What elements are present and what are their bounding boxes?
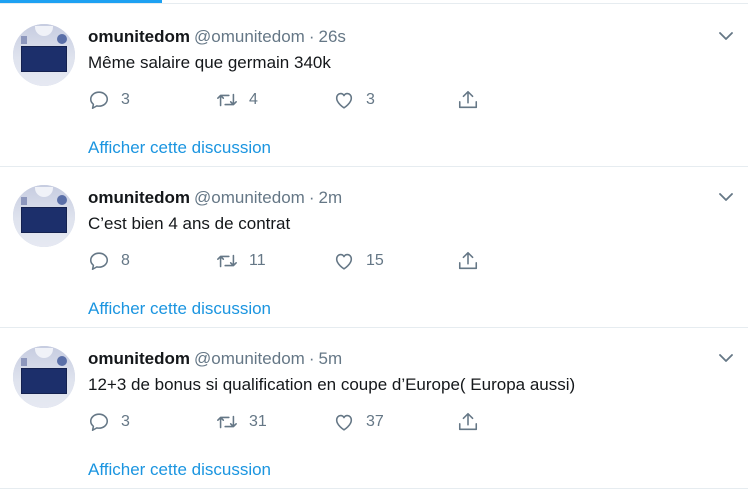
retweet-icon [217,254,237,268]
retweet-count: 4 [249,91,258,108]
tweet-header: omunitedom @omunitedom · 26s [88,26,346,48]
separator: · [308,349,315,368]
tweet[interactable]: omunitedom @omunitedom · 5m 12+3 de bonus s… [0,328,748,489]
tweet-header: omunitedom @omunitedom · 2m [88,187,342,209]
tweet-actions: 3 4 3 [88,88,508,112]
reply-count: 8 [121,252,130,269]
retweet-count: 11 [249,252,266,269]
like-button[interactable]: 3 [333,88,375,112]
tweet[interactable]: omunitedom @omunitedom · 26s Même salaire q… [0,6,748,167]
retweet-button[interactable]: 31 [216,410,267,434]
timestamp[interactable]: 2m [318,188,342,207]
user-handle[interactable]: @omunitedom [194,188,305,207]
chevron-down-icon[interactable] [719,31,733,41]
avatar[interactable] [13,24,75,86]
reply-icon [89,252,109,271]
reply-button[interactable]: 3 [88,410,130,434]
tweet-actions: 8 11 15 [88,249,508,273]
timestamp[interactable]: 26s [318,27,345,46]
chevron-down-icon[interactable] [719,353,733,363]
show-thread-link[interactable]: Afficher cette discussion [88,138,271,158]
like-count: 15 [366,252,384,269]
user-handle[interactable]: @omunitedom [194,27,305,46]
share-button[interactable] [457,410,479,434]
tweet-actions: 3 31 37 [88,410,508,434]
like-button[interactable]: 37 [333,410,384,434]
tweet[interactable]: omunitedom @omunitedom · 2m C’est bien 4 an… [0,167,748,328]
tweet-text: C’est bien 4 ans de contrat [88,214,291,233]
tweet-text: Même salaire que germain 340k [88,53,331,72]
reply-icon [89,413,109,432]
display-name[interactable]: omunitedom [88,27,190,46]
tweet-text: 12+3 de bonus si qualification en coupe … [88,375,576,394]
share-icon [458,412,478,431]
share-icon [458,251,478,270]
display-name[interactable]: omunitedom [88,349,190,368]
timestamp[interactable]: 5m [318,349,342,368]
display-name[interactable]: omunitedom [88,188,190,207]
like-button[interactable]: 15 [333,249,384,273]
tweet-header: omunitedom @omunitedom · 5m [88,348,342,370]
reply-count: 3 [121,91,130,108]
separator: · [308,27,315,46]
like-count: 3 [366,91,375,108]
avatar[interactable] [13,185,75,247]
share-button[interactable] [457,249,479,273]
retweet-icon [217,415,237,429]
user-handle[interactable]: @omunitedom [194,349,305,368]
share-button[interactable] [457,88,479,112]
reply-icon [89,91,109,110]
reply-count: 3 [121,413,130,430]
show-thread-link[interactable]: Afficher cette discussion [88,460,271,480]
like-count: 37 [366,413,384,430]
retweet-button[interactable]: 11 [216,249,266,273]
retweet-icon [217,93,237,107]
heart-icon [335,414,353,431]
divider [0,3,748,4]
heart-icon [335,253,353,270]
separator: · [308,188,315,207]
avatar[interactable] [13,346,75,408]
retweet-button[interactable]: 4 [216,88,258,112]
reply-button[interactable]: 8 [88,249,130,273]
show-thread-link[interactable]: Afficher cette discussion [88,299,271,319]
heart-icon [335,92,353,109]
share-icon [458,90,478,109]
chevron-down-icon[interactable] [719,192,733,202]
reply-button[interactable]: 3 [88,88,130,112]
retweet-count: 31 [249,413,267,430]
